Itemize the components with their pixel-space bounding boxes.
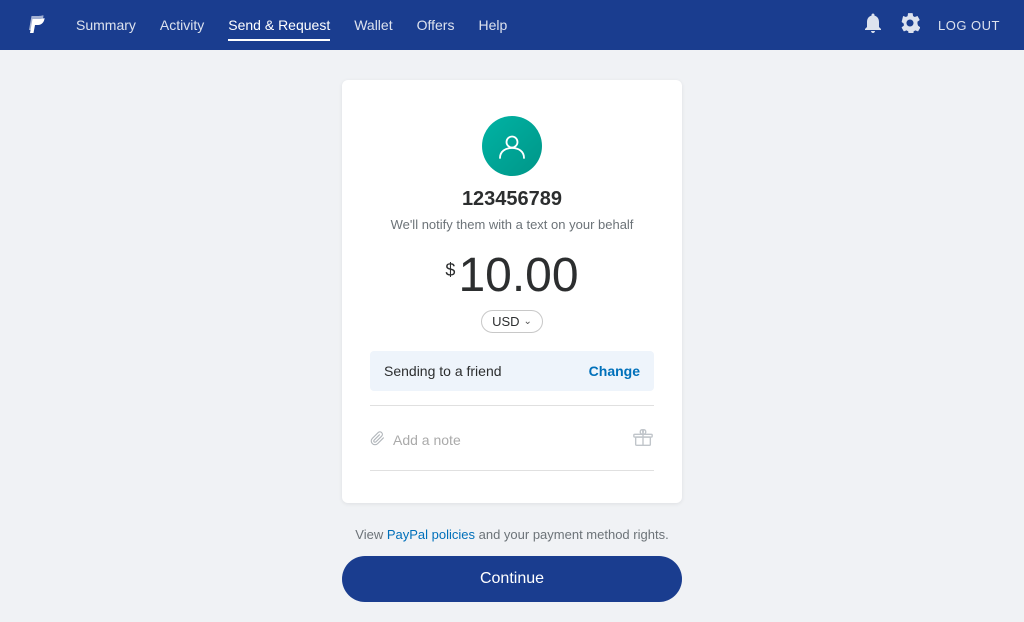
card-footer: View PayPal policies and your payment me… [342,527,682,602]
settings-icon[interactable] [900,13,920,38]
recipient-section: 123456789 We'll notify them with a text … [370,116,654,232]
amount-value: 10.00 [458,252,578,300]
note-input[interactable]: Add a note [393,432,461,448]
amount-section: $ 10.00 USD ⌄ [370,252,654,333]
page-content: 123456789 We'll notify them with a text … [0,50,1024,622]
currency-selector[interactable]: USD ⌄ [481,310,543,333]
nav-summary[interactable]: Summary [76,13,136,37]
send-type-row: Sending to a friend Change [370,351,654,391]
note-divider [370,470,654,471]
avatar [482,116,542,176]
currency-chevron-icon: ⌄ [524,316,532,327]
paypal-logo[interactable] [24,11,48,39]
policies-link[interactable]: PayPal policies [387,527,475,542]
notifications-icon[interactable] [864,13,882,38]
nav-links: Summary Activity Send & Request Wallet O… [76,13,864,37]
currency-symbol: $ [445,260,455,281]
send-type-label: Sending to a friend [384,363,502,379]
nav-wallet[interactable]: Wallet [354,13,392,37]
change-button[interactable]: Change [589,363,640,379]
policies-post: and your payment method rights. [475,527,669,542]
logout-button[interactable]: LOG OUT [938,18,1000,33]
nav-activity[interactable]: Activity [160,13,204,37]
policies-pre: View [355,527,387,542]
continue-button[interactable]: Continue [342,556,682,602]
policies-text: View PayPal policies and your payment me… [342,527,682,542]
payment-card: 123456789 We'll notify them with a text … [342,80,682,503]
note-left: Add a note [370,431,461,450]
nav-help[interactable]: Help [478,13,507,37]
amount-display: $ 10.00 [445,252,578,300]
nav-right: LOG OUT [864,13,1000,38]
recipient-notification-note: We'll notify them with a text on your be… [391,217,634,232]
nav-offers[interactable]: Offers [417,13,455,37]
navbar: Summary Activity Send & Request Wallet O… [0,0,1024,50]
recipient-name: 123456789 [462,188,562,211]
divider-1 [370,405,654,406]
currency-code: USD [492,314,519,329]
note-row: Add a note [370,420,654,460]
nav-send-request[interactable]: Send & Request [228,13,330,37]
gift-icon[interactable] [632,426,654,454]
paperclip-icon [370,431,385,450]
